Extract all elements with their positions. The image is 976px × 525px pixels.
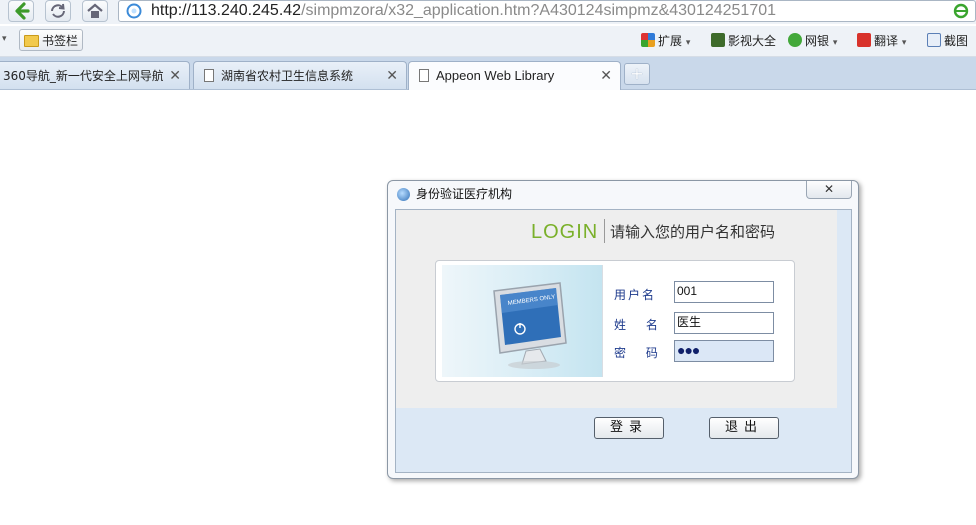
ie-compat-icon[interactable] [953,3,969,19]
site-globe-icon [126,3,142,19]
tab-label: 湖南省农村卫生信息系统 [221,69,354,83]
dialog-close-button[interactable]: ✕ [806,181,852,199]
bookmarks-label: 书签栏 [42,34,79,48]
exit-button[interactable]: 退出 [709,417,779,439]
monitor-icon: MEMBERS ONLY [493,282,567,369]
screenshot-icon [927,33,941,47]
screenshot-button[interactable]: 截图 [927,33,968,49]
app-globe-icon [397,188,410,201]
tab-appeon-web-library[interactable]: Appeon Web Library ✕ [408,61,621,90]
password-label: 密 码 [614,346,666,360]
bank-icon [788,33,802,47]
address-bar[interactable]: http://113.240.245.42/simpmzora/x32_appl… [118,0,976,22]
home-icon [87,3,103,18]
login-button[interactable]: 登录 [594,417,664,439]
tab-hunan-health[interactable]: 湖南省农村卫生信息系统 ✕ [193,61,407,89]
dialog-body: LOGIN 请输入您的用户名和密码 MEMBERS ONLY 用户名 001 姓… [395,209,852,473]
login-subtitle: 请输入您的用户名和密码 [610,223,776,241]
name-input[interactable]: 医生 [674,312,774,334]
heading-divider [604,219,605,243]
extensions-icon [641,33,655,47]
tab-bar: 360导航_新一代安全上网导航 ✕ 湖南省农村卫生信息系统 ✕ Appeon W… [0,57,976,90]
toolbar-dropdown-icon[interactable]: ▾ [2,34,7,44]
video-button[interactable]: 影视大全 [711,33,776,49]
video-icon [711,33,725,47]
home-button[interactable] [82,0,108,22]
back-button[interactable] [8,0,34,22]
folder-icon [24,35,39,47]
page-icon [204,69,214,82]
tab-360-nav[interactable]: 360导航_新一代安全上网导航 ✕ [0,61,190,89]
address-url: http://113.240.245.42/simpmzora/x32_appl… [151,2,777,19]
bank-button[interactable]: 网银 ▾ [788,33,837,49]
page-icon [419,69,429,82]
tab-label: 360导航_新一代安全上网导航 [3,69,163,83]
login-heading: LOGIN [531,221,599,243]
members-monitor-image: MEMBERS ONLY [442,265,602,377]
password-input[interactable]: ●●● [674,340,774,362]
close-tab-icon[interactable]: ✕ [600,62,612,90]
refresh-button[interactable] [45,0,71,22]
bookmarks-folder-button[interactable]: 书签栏 [19,29,84,51]
back-arrow-icon [15,2,30,20]
username-input[interactable]: 001 [674,281,774,303]
close-tab-icon[interactable]: ✕ [386,62,398,90]
login-dialog: 身份验证医疗机构 ✕ LOGIN 请输入您的用户名和密码 MEMBERS ONL… [387,180,859,479]
close-tab-icon[interactable]: ✕ [169,62,181,90]
extensions-button[interactable]: 扩展 ▾ [641,33,690,49]
bookmarks-bar: ▾ 书签栏 扩展 ▾ 影视大全 网银 ▾ 翻译 ▾ 截图 [0,26,976,57]
new-tab-button[interactable]: + [624,63,650,85]
translate-icon [857,33,871,47]
card-divider [602,265,603,377]
credentials-card: MEMBERS ONLY 用户名 001 姓 名 医生 密 码 ●●● [435,260,795,382]
browser-navbar: http://113.240.245.42/simpmzora/x32_appl… [0,0,976,24]
refresh-icon [51,3,65,18]
tab-label: Appeon Web Library [436,68,555,83]
username-label: 用户名 [614,288,657,302]
translate-button[interactable]: 翻译 ▾ [857,33,906,49]
login-panel: LOGIN 请输入您的用户名和密码 MEMBERS ONLY 用户名 001 姓… [396,210,837,408]
name-label: 姓 名 [614,318,666,332]
dialog-title: 身份验证医疗机构 [416,187,513,201]
plus-icon: + [630,64,644,83]
close-icon: ✕ [823,182,835,196]
